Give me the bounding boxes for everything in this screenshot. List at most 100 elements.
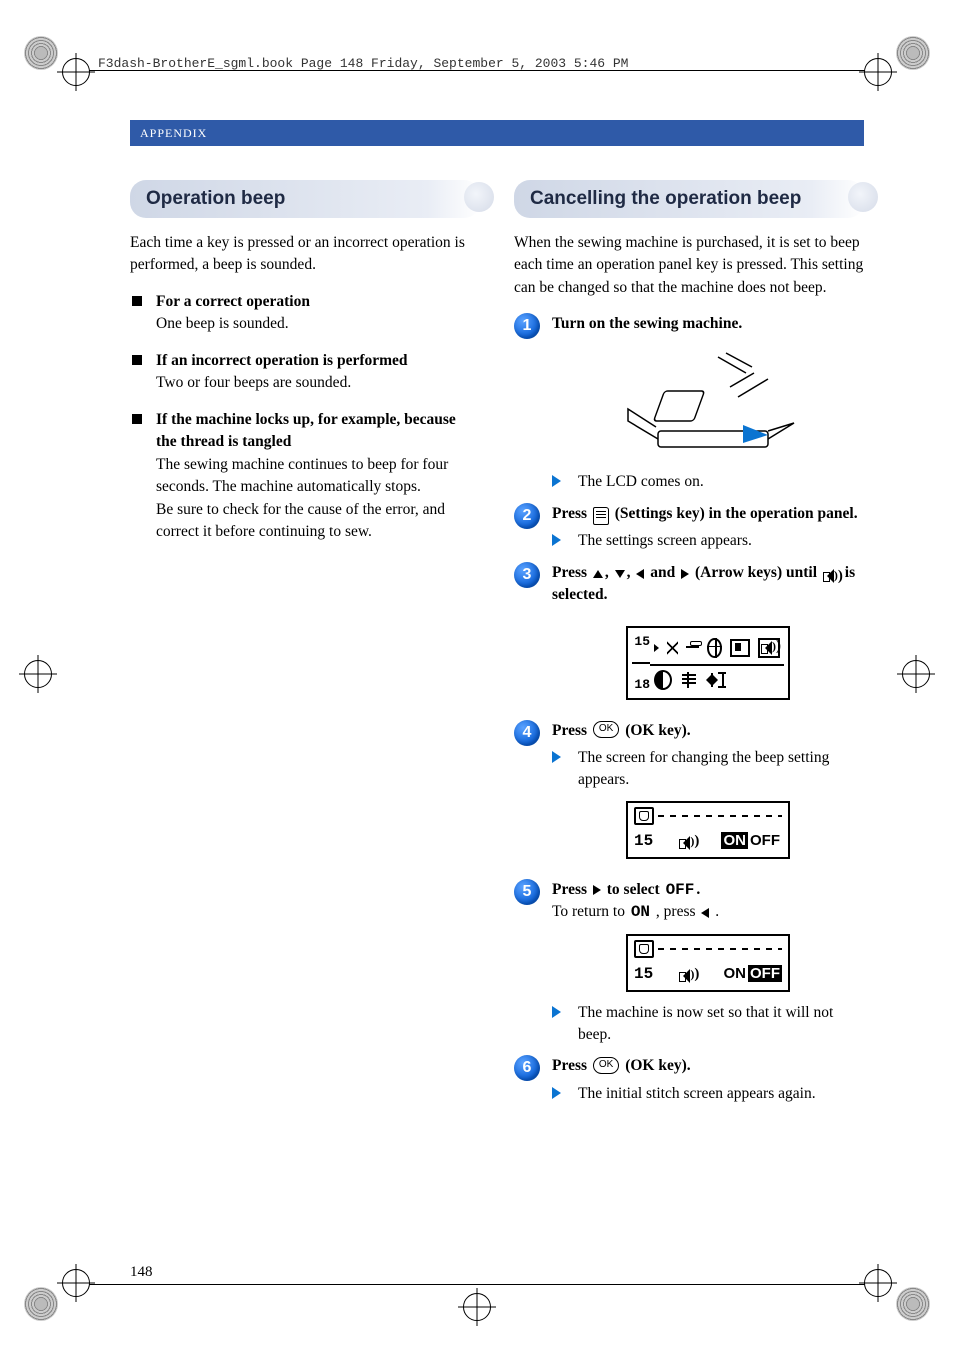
list-item-title: If the machine locks up, for example, be… xyxy=(156,411,456,450)
page-number: 148 xyxy=(130,1264,153,1281)
arrow-left-icon xyxy=(701,908,709,918)
bullet-list: For a correct operation One beep is soun… xyxy=(130,291,480,544)
step-6: 6 Press OK (OK key). The initial stitch … xyxy=(514,1055,864,1104)
dashed-line xyxy=(658,815,782,817)
on-glyph-icon: ON xyxy=(631,901,650,923)
lcd-number: 18 xyxy=(634,677,650,692)
display-icon xyxy=(730,639,750,657)
arrow-right-icon xyxy=(681,569,689,579)
column-right: Cancelling the operation beep When the s… xyxy=(514,180,864,1115)
speaker-icon xyxy=(823,569,839,583)
width-adjust-icon xyxy=(706,673,726,687)
registration-target-icon xyxy=(896,36,930,70)
decorative-bump-icon xyxy=(848,182,878,212)
section-header-appendix: APPENDIX xyxy=(130,120,864,146)
lcd-beep-off-screen: 15 ONOFF xyxy=(626,934,790,992)
step-result: The machine is now set so that it will n… xyxy=(552,1002,864,1045)
running-header: F3dash-BrotherE_sgml.book Page 148 Frida… xyxy=(98,56,629,71)
step-heading: Press OK (OK key). xyxy=(552,720,864,742)
result-text: The settings screen appears. xyxy=(578,530,752,552)
sewing-machine-illustration xyxy=(618,343,798,463)
registration-target-icon xyxy=(24,1287,58,1321)
settings-key-icon xyxy=(593,507,609,525)
crosshair-icon xyxy=(463,1293,491,1321)
intro-text: When the sewing machine is purchased, it… xyxy=(514,232,864,299)
registration-target-icon xyxy=(24,36,58,70)
heading-cancel-beep: Cancelling the operation beep xyxy=(514,180,864,218)
list-item: For a correct operation One beep is soun… xyxy=(130,291,480,336)
arrow-right-icon xyxy=(593,885,601,895)
arrow-up-icon xyxy=(593,570,603,578)
speaker-icon xyxy=(679,836,695,850)
stitch-icon xyxy=(667,641,678,655)
step-number-badge: 6 xyxy=(514,1055,540,1081)
list-item-body: Two or four beeps are sounded. xyxy=(156,374,351,391)
presser-foot-icon xyxy=(634,807,654,825)
step-heading: Press (Settings key) in the operation pa… xyxy=(552,503,864,525)
step-1: 1 Turn on the sewing machine. xyxy=(514,313,864,492)
arrow-left-icon xyxy=(636,569,644,579)
step-result: The LCD comes on. xyxy=(552,471,864,493)
step-heading: Press to select OFF. To return to ON , p… xyxy=(552,879,864,924)
crosshair-icon xyxy=(24,660,52,688)
step-5: 5 Press to select OFF. To return to ON ,… xyxy=(514,879,864,1046)
step-number-badge: 4 xyxy=(514,720,540,746)
result-arrow-icon xyxy=(552,1087,570,1099)
list-item-title: If an incorrect operation is performed xyxy=(156,352,408,369)
step-result: The initial stitch screen appears again. xyxy=(552,1083,864,1105)
lcd-number: 15 xyxy=(634,832,653,850)
result-text: The initial stitch screen appears again. xyxy=(578,1083,816,1105)
list-item: If the machine locks up, for example, be… xyxy=(130,409,480,544)
on-off-indicator: ONOFF xyxy=(721,832,782,849)
step-result: The settings screen appears. xyxy=(552,530,864,552)
heading-text: Operation beep xyxy=(146,188,285,209)
ok-key-icon: OK xyxy=(593,1057,619,1074)
presser-foot-height-icon xyxy=(682,672,696,688)
crosshair-icon xyxy=(864,1269,892,1297)
presser-foot-icon xyxy=(634,940,654,958)
step-number-badge: 3 xyxy=(514,562,540,588)
ok-key-icon: OK xyxy=(593,721,619,738)
result-arrow-icon xyxy=(552,1006,570,1018)
list-item: If an incorrect operation is performed T… xyxy=(130,350,480,395)
step-4: 4 Press OK (OK key). The screen for chan… xyxy=(514,720,864,869)
list-item-body: Be sure to check for the cause of the er… xyxy=(156,501,445,540)
off-glyph-icon: OFF xyxy=(666,879,695,901)
appendix-label: APPENDIX xyxy=(140,126,207,141)
speaker-icon xyxy=(679,969,695,983)
crosshair-icon xyxy=(902,660,930,688)
result-arrow-icon xyxy=(552,475,570,487)
lcd-beep-on-screen: 15 ONOFF xyxy=(626,801,790,859)
crosshair-icon xyxy=(62,58,90,86)
step-number-badge: 5 xyxy=(514,879,540,905)
step-heading: Turn on the sewing machine. xyxy=(552,315,742,332)
step-3: 3 Press , , and (Arrow keys) until is s xyxy=(514,562,864,709)
crosshair-icon xyxy=(62,1269,90,1297)
result-arrow-icon xyxy=(552,751,570,763)
tension-icon xyxy=(686,640,699,656)
step-number-badge: 1 xyxy=(514,313,540,339)
dashed-line xyxy=(658,948,782,950)
result-text: The machine is now set so that it will n… xyxy=(578,1002,864,1045)
language-icon xyxy=(707,638,722,658)
step-2: 2 Press (Settings key) in the operation … xyxy=(514,503,864,552)
page-content: APPENDIX Operation beep Each time a key … xyxy=(130,120,864,1115)
registration-target-icon xyxy=(896,1287,930,1321)
step-heading: Press OK (OK key). xyxy=(552,1055,864,1077)
heading-text: Cancelling the operation beep xyxy=(530,188,801,209)
step-number-badge: 2 xyxy=(514,503,540,529)
lcd-settings-screen: 15 18 xyxy=(626,626,790,700)
intro-text: Each time a key is pressed or an incorre… xyxy=(130,232,480,277)
list-item-title: For a correct operation xyxy=(156,293,310,310)
result-arrow-icon xyxy=(552,534,570,546)
cursor-icon xyxy=(654,644,659,652)
decorative-bump-icon xyxy=(464,182,494,212)
step-result: The screen for changing the beep setting… xyxy=(552,747,864,790)
decorative-rule xyxy=(219,128,854,138)
result-text: The LCD comes on. xyxy=(578,471,704,493)
step-heading: Press , , and (Arrow keys) until is sele… xyxy=(552,562,864,605)
result-text: The screen for changing the beep setting… xyxy=(578,747,864,790)
lcd-number: 15 xyxy=(634,634,650,649)
crosshair-icon xyxy=(864,58,892,86)
speaker-selected-icon xyxy=(758,638,780,658)
